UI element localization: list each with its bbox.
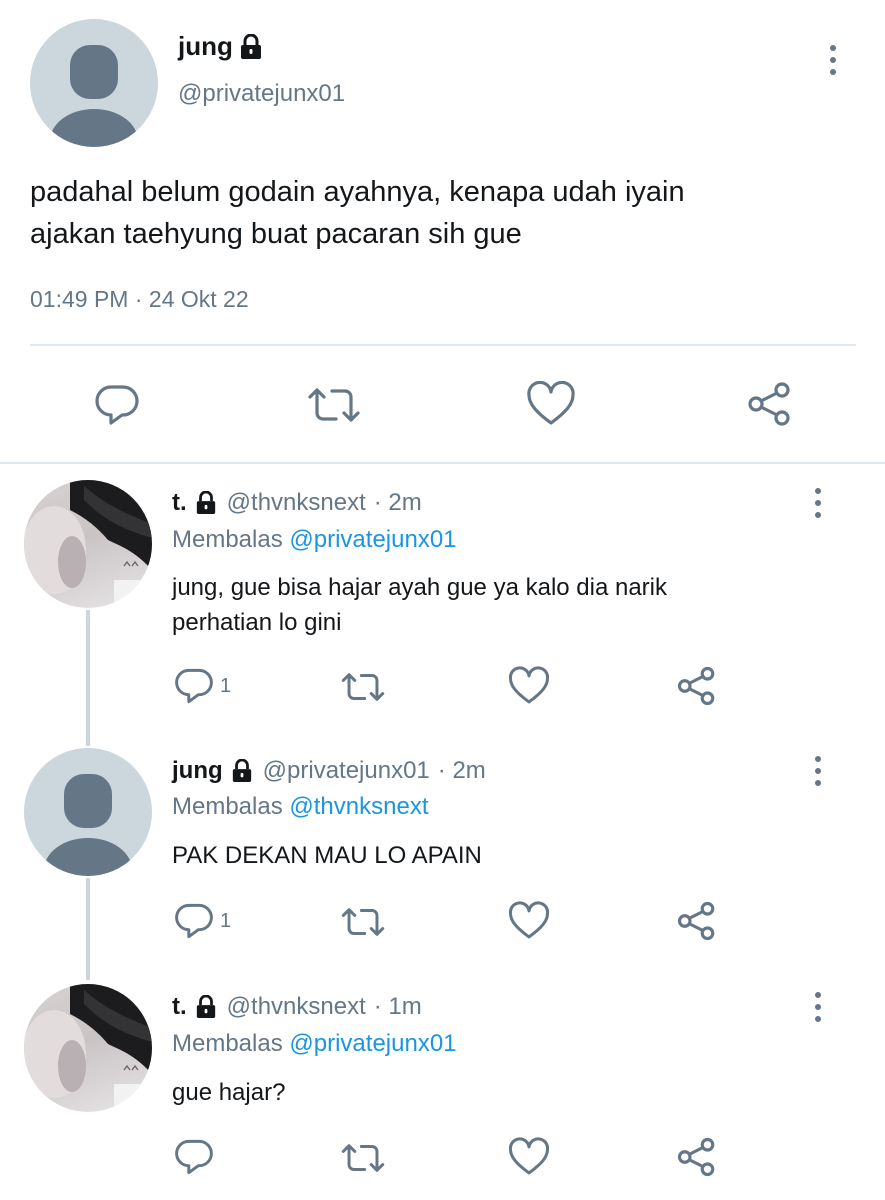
lock-icon	[195, 491, 217, 515]
retweet-button[interactable]	[340, 1141, 386, 1175]
profile-photo	[24, 480, 152, 608]
reply-time: · 2m	[373, 489, 422, 516]
share-button[interactable]	[676, 1136, 718, 1178]
reply-text-line: gue hajar?	[172, 1079, 286, 1106]
replying-to-label: Membalas	[172, 526, 283, 553]
main-tweet-text: padahal belum godain ayahnya, kenapa uda…	[30, 171, 685, 255]
replying-to-label: Membalas	[172, 793, 283, 820]
reply-icon	[95, 385, 139, 425]
section-divider	[0, 462, 885, 464]
reply-avatar[interactable]	[24, 748, 152, 876]
retweet-icon	[341, 908, 385, 936]
replying-to-handle[interactable]: @privatejunx01	[289, 526, 456, 553]
divider	[30, 344, 856, 346]
main-retweet-button[interactable]	[306, 385, 362, 425]
replying-to: Membalas @privatejunx01	[172, 526, 457, 554]
main-like-button[interactable]	[526, 381, 576, 427]
like-button[interactable]	[508, 1137, 550, 1177]
reply-text: jung, gue bisa hajar ayah gue ya kalo di…	[172, 570, 667, 640]
like-button[interactable]	[508, 666, 550, 706]
replying-to-handle[interactable]: @privatejunx01	[289, 1030, 456, 1057]
share-button[interactable]	[676, 665, 718, 707]
reply-count: 1	[220, 674, 232, 697]
lock-icon	[231, 759, 253, 783]
retweet-icon	[341, 673, 385, 701]
thread-line	[86, 610, 90, 746]
reply-avatar[interactable]	[24, 480, 152, 608]
reply-display-name[interactable]: jung	[172, 757, 223, 785]
main-display-name[interactable]: jung	[178, 31, 233, 62]
reply-text-line: jung, gue bisa hajar ayah gue ya kalo di…	[172, 574, 667, 601]
main-handle[interactable]: @privatejunx01	[178, 80, 345, 108]
reply-count: 1	[220, 909, 232, 932]
retweet-icon	[308, 388, 360, 422]
reply-button[interactable]: 1	[174, 901, 231, 941]
reply-text: gue hajar?	[172, 1075, 285, 1110]
share-button[interactable]	[676, 900, 718, 942]
reply-display-name[interactable]: t.	[172, 489, 187, 517]
reply-more-button[interactable]	[810, 753, 826, 793]
retweet-button[interactable]	[340, 905, 386, 939]
retweet-icon	[341, 1144, 385, 1172]
default-avatar-icon	[50, 45, 138, 147]
replying-to: Membalas @privatejunx01	[172, 1030, 457, 1058]
main-reply-button[interactable]	[94, 382, 140, 428]
reply-time: · 1m	[373, 993, 422, 1020]
reply-handle[interactable]: @thvnksnext	[227, 993, 366, 1021]
main-more-button[interactable]	[825, 42, 841, 82]
default-avatar-icon	[44, 774, 132, 876]
reply-time: · 2m	[437, 757, 486, 784]
main-tweet-text-line: padahal belum godain ayahnya, kenapa uda…	[30, 176, 685, 208]
replying-to-handle[interactable]: @thvnksnext	[289, 793, 428, 820]
reply-icon	[175, 1139, 213, 1175]
reply-handle[interactable]: @privatejunx01	[263, 757, 430, 785]
heart-icon	[508, 1137, 550, 1175]
reply-icon	[175, 903, 213, 939]
profile-photo	[24, 984, 152, 1112]
like-button[interactable]	[508, 901, 550, 941]
lock-icon	[195, 995, 217, 1019]
share-icon	[748, 382, 790, 426]
reply-button[interactable]	[174, 1137, 214, 1177]
reply-icon	[175, 668, 213, 704]
thread-line	[86, 878, 90, 980]
reply-more-button[interactable]	[810, 989, 826, 1029]
share-icon	[677, 666, 715, 706]
replying-to-label: Membalas	[172, 1030, 283, 1057]
reply-text-line: PAK DEKAN MAU LO APAIN	[172, 842, 482, 869]
timestamp-separator: ·	[134, 286, 143, 312]
heart-icon	[508, 901, 550, 939]
share-icon	[677, 901, 715, 941]
reply-handle[interactable]: @thvnksnext	[227, 489, 366, 517]
main-share-button[interactable]	[746, 380, 794, 428]
reply-avatar[interactable]	[24, 984, 152, 1112]
lock-icon	[239, 33, 263, 60]
reply-text-line: perhatian lo gini	[172, 609, 342, 636]
heart-icon	[508, 666, 550, 704]
main-tweet-date: 24 Okt 22	[148, 286, 249, 312]
retweet-button[interactable]	[340, 670, 386, 704]
main-tweet-text-line: ajakan taehyung buat pacaran sih gue	[30, 218, 522, 250]
reply-text: PAK DEKAN MAU LO APAIN	[172, 838, 482, 873]
reply-button[interactable]: 1	[174, 666, 231, 706]
main-tweet-timestamp: 01:49 PM · 24 Okt 22	[30, 286, 249, 313]
reply-more-button[interactable]	[810, 485, 826, 525]
replying-to: Membalas @thvnksnext	[172, 793, 428, 821]
heart-icon	[527, 381, 575, 425]
reply-display-name[interactable]: t.	[172, 993, 187, 1021]
main-tweet-time: 01:49 PM	[30, 286, 129, 312]
share-icon	[677, 1137, 715, 1177]
main-avatar[interactable]	[30, 19, 158, 147]
